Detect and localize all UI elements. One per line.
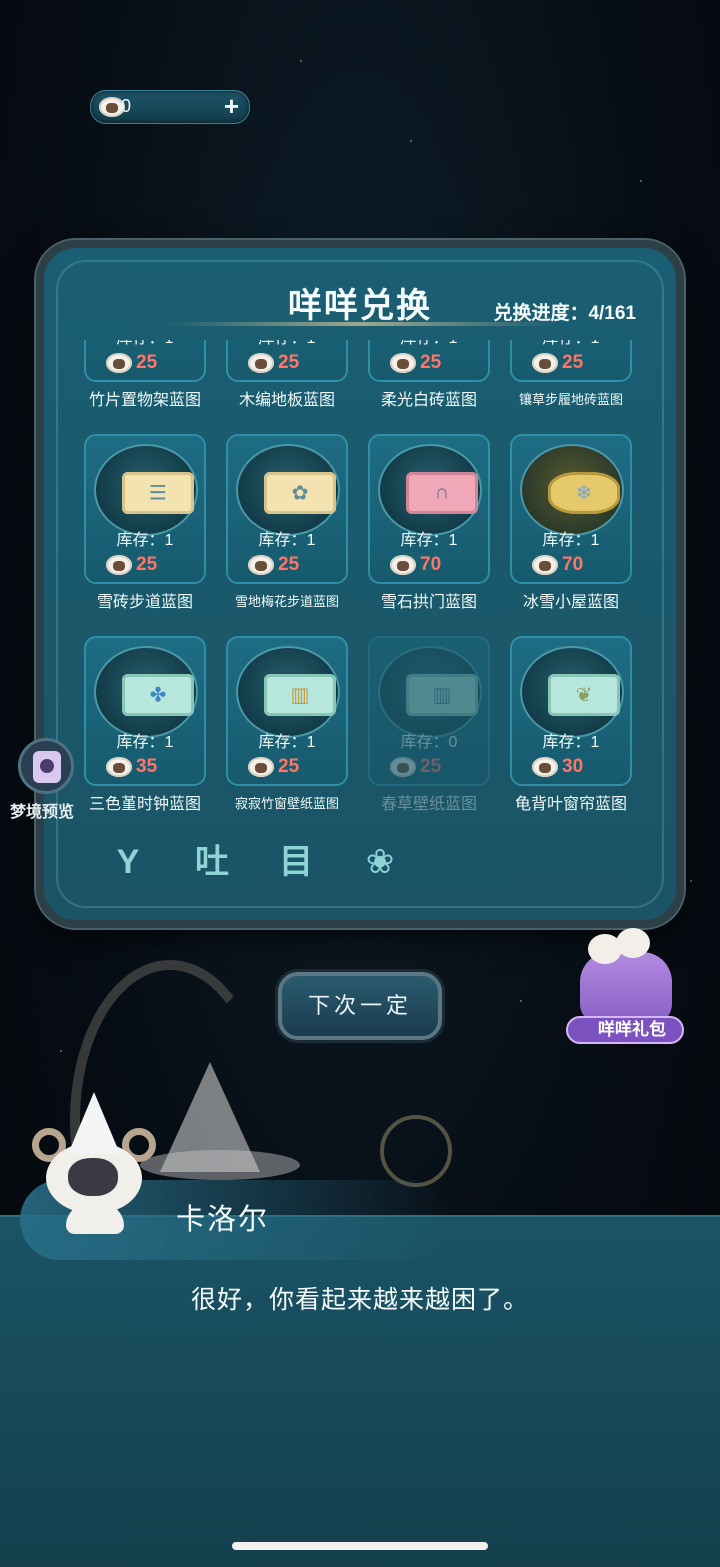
sheep-coin-icon — [532, 755, 558, 779]
item-price: 25 — [278, 554, 300, 575]
item-name: 冰雪小屋蓝图 — [522, 594, 619, 611]
currency-amount: 0 — [121, 96, 132, 116]
item-name: 木编地板蓝图 — [238, 392, 335, 409]
item-stock: 库存：1 — [258, 734, 316, 751]
item-name: 春草壁纸蓝图 — [380, 796, 477, 813]
exchange-progress: 兑换进度：4/161 — [493, 303, 636, 324]
item-price: 25 — [278, 756, 300, 777]
sheep-coin-icon — [532, 351, 558, 375]
item-stock: 库存：1 — [542, 532, 600, 549]
sheep-gift-pack-button[interactable]: 咩咩礼包 — [566, 928, 686, 1046]
home-indicator[interactable] — [232, 1542, 488, 1550]
item-name: 雪砖步道蓝图 — [96, 594, 193, 611]
item-price: 25 — [278, 352, 300, 373]
item-price: 25 — [420, 352, 442, 373]
item-price: 25 — [136, 352, 158, 373]
dream-preview-label[interactable]: 梦境预览 — [10, 798, 74, 822]
category-tabs: Y 吐 目 ❀ — [84, 832, 652, 898]
sheep-coin-icon — [390, 755, 416, 779]
item-name: 寂寂竹窗壁纸蓝图 — [234, 796, 339, 811]
speaker-name: 卡洛尔 — [176, 1204, 270, 1236]
item-name: 柔光白砖蓝图 — [380, 392, 477, 409]
next-time-button[interactable]: 下次一定 — [278, 972, 442, 1040]
photo-card-icon — [33, 751, 61, 783]
item-name: 龟背叶窗帘蓝图 — [514, 796, 627, 813]
exchange-panel: 咩咩兑换 兑换进度：4/161 库存：1 25 竹片置物架蓝图 库存：1 25 … — [36, 240, 684, 928]
item-price: 25 — [136, 554, 158, 575]
item-stock: 库存：1 — [116, 532, 174, 549]
item-name: 雪地梅花步道蓝图 — [234, 594, 339, 609]
dream-preview-button[interactable] — [18, 738, 74, 794]
carol-avatar — [28, 1092, 158, 1242]
sheep-coin-icon — [390, 553, 416, 577]
item-grid[interactable]: 库存：1 25 竹片置物架蓝图 库存：1 25 木编地板蓝图 库存：1 25 柔… — [84, 340, 652, 820]
blocks-icon[interactable]: 吐 — [190, 840, 234, 884]
add-currency-button[interactable]: + — [224, 91, 239, 122]
dialog-text: 很好，你看起来越来越困了。 — [190, 1286, 529, 1314]
item-stock: 库存：1 — [542, 734, 600, 751]
sheep-coin-icon — [106, 553, 132, 577]
item-price: 30 — [562, 756, 584, 777]
item-price: 35 — [136, 756, 158, 777]
item-price: 25 — [420, 756, 442, 777]
item-stock: 库存：1 — [400, 532, 458, 549]
item-price: 70 — [562, 554, 584, 575]
item-name: 三色堇时钟蓝图 — [88, 796, 201, 813]
sheep-coin-icon — [248, 755, 274, 779]
sheep-coin-icon — [106, 351, 132, 375]
sheep-coin-icon — [248, 553, 274, 577]
wallpaper-icon[interactable]: 目 — [274, 840, 318, 884]
item-price: 25 — [562, 352, 584, 373]
sheep-coin-icon — [390, 351, 416, 375]
dreamcatcher-decoration — [380, 1115, 452, 1187]
item-price: 70 — [420, 554, 442, 575]
sheep-coin-icon — [248, 351, 274, 375]
item-stock: 库存：1 — [258, 532, 316, 549]
gift-pack-label: 咩咩礼包 — [566, 1016, 684, 1044]
flower-lamp-icon[interactable]: ❀ — [358, 840, 402, 884]
item-stock: 库存：0 — [400, 734, 458, 751]
item-name: 镶草步履地砖蓝图 — [518, 392, 623, 407]
sheep-coin-icon — [532, 553, 558, 577]
gift-bag-icon — [580, 952, 672, 1024]
item-name: 雪石拱门蓝图 — [380, 594, 477, 611]
sprout-icon[interactable]: Y — [106, 840, 150, 884]
dialog-box[interactable] — [0, 1215, 720, 1567]
item-name: 竹片置物架蓝图 — [88, 392, 201, 409]
sheep-currency-counter: 0 + — [90, 90, 250, 124]
sheep-coin-icon — [106, 755, 132, 779]
item-stock: 库存：1 — [116, 734, 174, 751]
